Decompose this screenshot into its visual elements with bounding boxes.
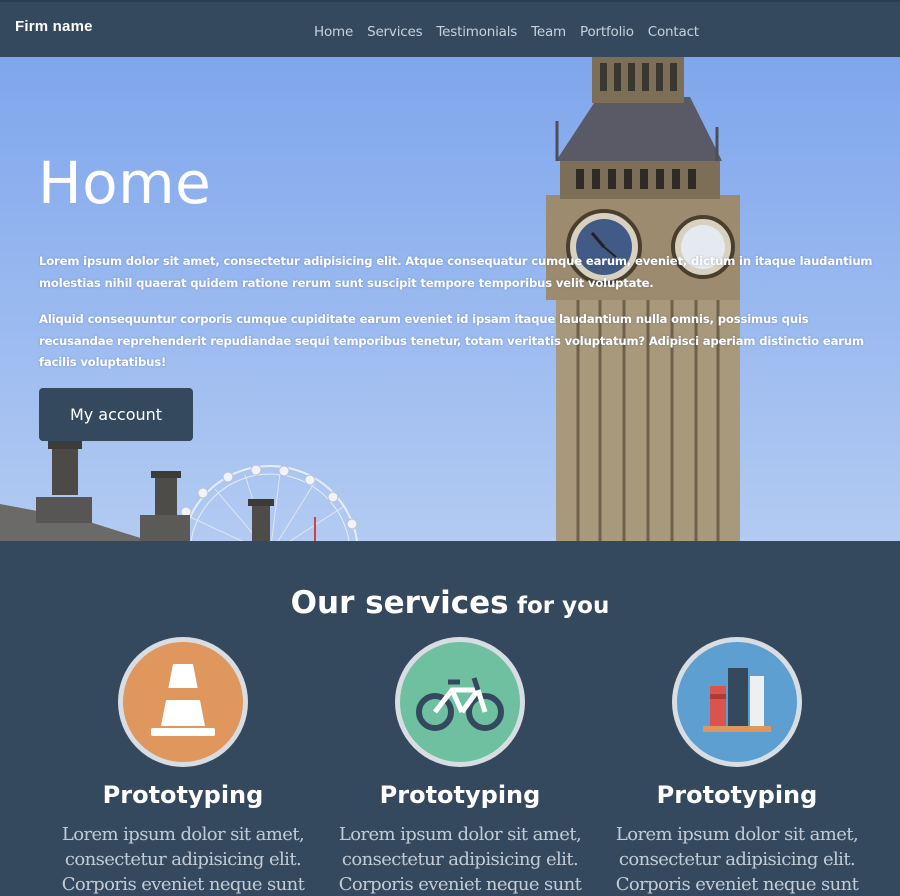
service-text: Lorem ipsum dolor sit amet, consectetur … (338, 824, 582, 895)
service-title: Prototyping (656, 781, 818, 809)
nav-contact[interactable]: Contact (648, 24, 699, 40)
service-text: Lorem ipsum dolor sit amet, consectetur … (615, 824, 859, 895)
nav-services[interactable]: Services (367, 24, 423, 40)
rooftops (0, 441, 316, 541)
nav-testimonials[interactable]: Testimonials (436, 24, 517, 40)
hero-background-image (0, 57, 740, 541)
nav-portfolio[interactable]: Portfolio (580, 24, 634, 40)
services-title-sub: for you (517, 593, 610, 619)
service-card: Prototyping Lorem ipsum dolor sit amet, … (53, 637, 313, 896)
services-section: Our services for you Prototyping Lorem i… (0, 541, 900, 896)
nav-home[interactable]: Home (314, 24, 353, 40)
hero-title: Home (38, 149, 212, 217)
service-card: Prototyping Lorem ipsum dolor sit amet, … (607, 637, 867, 896)
hero-section: Home Lorem ipsum dolor sit amet, consect… (0, 57, 900, 541)
services-heading: Our services for you (0, 585, 900, 621)
service-text: Lorem ipsum dolor sit amet, consectetur … (61, 824, 305, 895)
hero-paragraph: Lorem ipsum dolor sit amet, consectetur … (39, 254, 873, 290)
hero-paragraph: Aliquid consequuntur corporis cumque cup… (39, 312, 864, 369)
brand-link[interactable]: Firm name (15, 18, 93, 35)
clock-tower (546, 57, 740, 541)
service-card: Prototyping Lorem ipsum dolor sit amet, … (330, 637, 590, 896)
bicycle-icon (395, 637, 525, 767)
my-account-button[interactable]: My account (39, 388, 193, 441)
services-title-main: Our services (290, 585, 509, 621)
books-icon (672, 637, 802, 767)
service-title: Prototyping (102, 781, 264, 809)
service-title: Prototyping (379, 781, 541, 809)
nav-team[interactable]: Team (531, 24, 566, 40)
traffic-cone-icon (118, 637, 248, 767)
navbar: Firm name Home Services Testimonials Tea… (0, 0, 900, 57)
main-nav: Home Services Testimonials Team Portfoli… (314, 24, 713, 40)
